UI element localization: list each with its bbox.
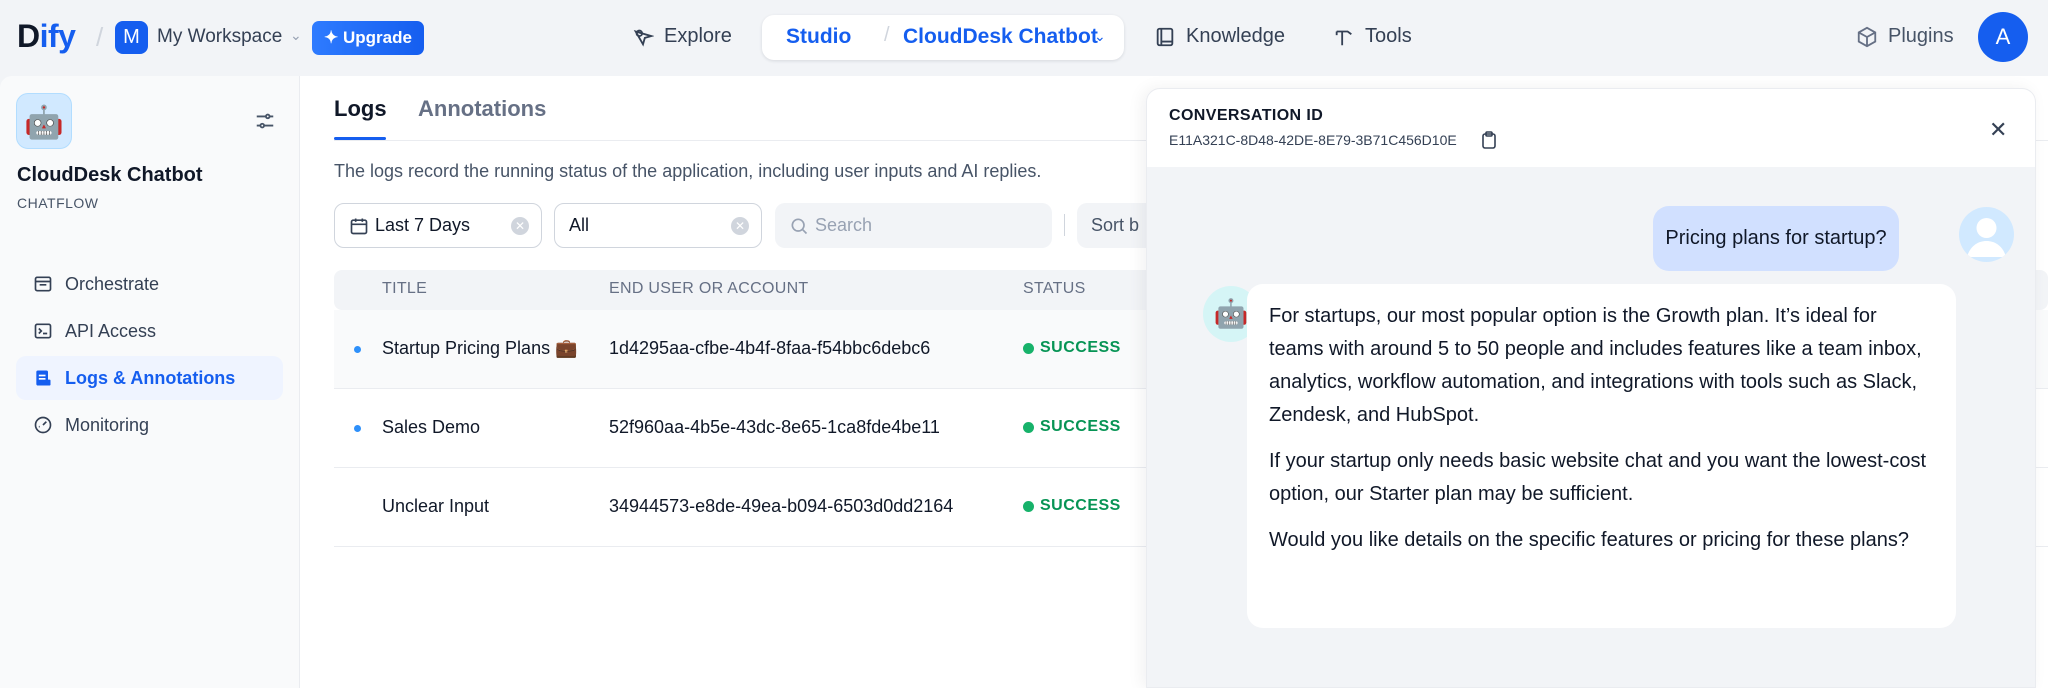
terminal-icon — [34, 323, 52, 339]
status-badge: SUCCESS — [1023, 418, 1121, 436]
dify-logo[interactable]: Dify — [17, 18, 76, 55]
user-avatar-icon — [1959, 207, 2014, 262]
user-message: Pricing plans for startup? — [1653, 206, 1899, 271]
nav-knowledge[interactable]: Knowledge — [1154, 25, 1285, 48]
compass-icon — [633, 29, 654, 47]
row-title: Sales Demo — [382, 417, 481, 437]
search-input[interactable]: Search — [775, 203, 1052, 248]
status-badge: SUCCESS — [1023, 339, 1121, 357]
chevron-down-icon[interactable]: ⌄ — [290, 27, 302, 44]
cube-icon — [1857, 26, 1877, 47]
sort-dropdown[interactable]: Sort b — [1077, 203, 1157, 248]
app-type: CHATFLOW — [17, 195, 99, 211]
settings-sliders-icon[interactable] — [254, 110, 276, 132]
bot-paragraph: Would you like details on the specific f… — [1269, 529, 1909, 551]
nav-plugins[interactable]: Plugins — [1856, 25, 1954, 48]
app-title: CloudDesk Chatbot — [17, 164, 203, 186]
nav-studio[interactable]: Studio — [776, 25, 851, 49]
file-list-icon — [36, 370, 51, 386]
row-user: 52f960aa-4b5e-43dc-8e65-1ca8fde4be11 — [609, 417, 940, 437]
period-filter[interactable]: Last 7 Days ✕ — [334, 203, 542, 248]
nav-explore[interactable]: Explore — [632, 25, 732, 48]
logs-description: The logs record the running status of th… — [334, 161, 1042, 181]
status-badge: SUCCESS — [1023, 497, 1121, 515]
close-icon[interactable]: ✕ — [1989, 117, 2007, 143]
column-title: TITLE — [382, 280, 428, 297]
clear-period-icon[interactable]: ✕ — [511, 217, 529, 235]
breadcrumb-separator: / — [884, 24, 890, 46]
filter-divider — [1064, 214, 1065, 236]
row-title: Unclear Input — [382, 496, 490, 516]
app-switcher[interactable]: CloudDesk Chatbot — [903, 25, 1098, 49]
app-robot-icon: 🤖 — [16, 93, 72, 149]
tab-annotations[interactable]: Annotations — [418, 96, 546, 122]
hammer-icon — [1335, 30, 1352, 45]
unread-dot — [354, 425, 361, 432]
unread-dot — [354, 346, 361, 353]
conversation-id-label: CONVERSATION ID — [1169, 107, 1324, 124]
row-user: 1d4295aa-cfbe-4b4f-8faa-f54bbc6debc6 — [609, 338, 931, 358]
top-navigation: Dify / M My Workspace ⌄ ✦ Upgrade Explor… — [0, 0, 2048, 76]
sidebar-item-orchestrate[interactable]: Orchestrate — [16, 262, 283, 306]
sidebar-item-logs-annotations[interactable]: Logs & Annotations — [16, 356, 283, 400]
breadcrumb-separator: / — [96, 22, 104, 52]
bot-paragraph: If your startup only needs basic website… — [1269, 450, 1927, 505]
book-icon — [1156, 27, 1174, 46]
clear-status-icon[interactable]: ✕ — [731, 217, 749, 235]
window-icon — [34, 276, 52, 292]
clipboard-icon[interactable] — [1481, 131, 1497, 149]
column-end-user: END USER OR ACCOUNT — [609, 280, 809, 297]
row-title: Startup Pricing Plans 💼 — [382, 338, 578, 358]
workspace-badge[interactable]: M — [115, 21, 148, 54]
chat-transcript: Pricing plans for startup? 🤖 For startup… — [1147, 167, 2035, 687]
conversation-id-value: E11A321C-8D48-42DE-8E79-3B71C456D10E — [1169, 132, 1457, 148]
conversation-drawer: CONVERSATION ID E11A321C-8D48-42DE-8E79-… — [1146, 88, 2036, 688]
nav-tools[interactable]: Tools — [1333, 25, 1412, 48]
search-icon — [791, 218, 808, 234]
row-user: 34944573-e8de-49ea-b094-6503d0dd2164 — [609, 496, 954, 516]
calendar-icon — [350, 218, 368, 234]
status-filter[interactable]: All ✕ — [554, 203, 762, 248]
bot-paragraph: For startups, our most popular option is… — [1269, 305, 1922, 426]
user-avatar[interactable]: A — [1978, 12, 2028, 62]
bot-message: For startups, our most popular option is… — [1247, 284, 1956, 628]
upgrade-button[interactable]: ✦ Upgrade — [312, 21, 424, 55]
column-status: STATUS — [1023, 280, 1086, 297]
chevron-down-icon[interactable]: ⌄ — [1094, 28, 1106, 45]
dashboard-icon — [34, 416, 52, 434]
sidebar-item-monitoring[interactable]: Monitoring — [16, 403, 283, 447]
sidebar-item-api-access[interactable]: API Access — [16, 309, 283, 353]
tab-logs[interactable]: Logs — [334, 96, 387, 122]
app-sidebar: 🤖 CloudDesk Chatbot CHATFLOW Orchestrate… — [0, 76, 300, 688]
workspace-name[interactable]: My Workspace — [157, 26, 282, 48]
